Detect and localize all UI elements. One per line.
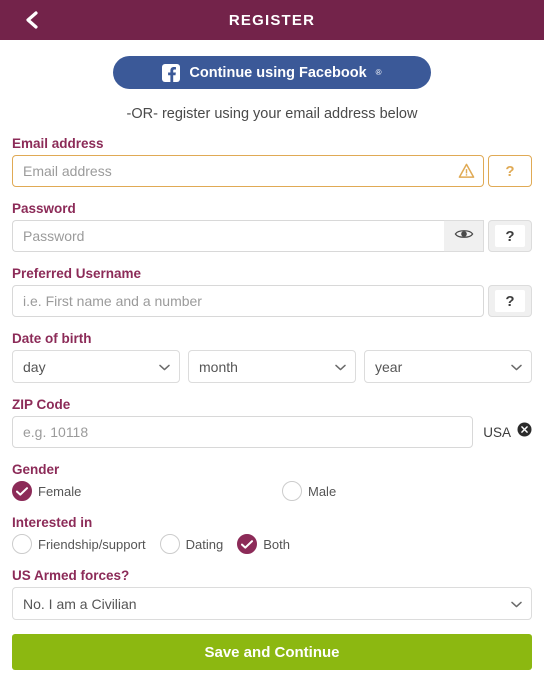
form-body: Continue using Facebook ® -OR- register … [0,56,544,670]
back-button[interactable] [20,8,44,32]
username-help-label: ? [495,290,525,312]
zip-country-label: USA [483,424,511,440]
password-row: ? [12,220,532,252]
continue-with-facebook-button[interactable]: Continue using Facebook ® [113,56,431,89]
radio-unchecked-icon [282,481,302,501]
save-and-continue-button[interactable]: Save and Continue [12,634,532,670]
email-input[interactable] [12,155,484,187]
zip-input[interactable] [12,416,474,448]
radio-unchecked-icon [12,534,32,554]
gender-male-label: Male [308,483,337,499]
date-of-birth-row: day month year [12,350,532,383]
username-label: Preferred Username [12,266,142,281]
password-input[interactable] [12,220,444,252]
interested-option-friendship[interactable]: Friendship/support [12,534,146,554]
email-input-wrap [12,155,484,187]
armed-forces-select[interactable]: No. I am a Civilian [12,587,532,620]
dob-month-wrap: month [188,350,356,383]
dob-month-select[interactable]: month [188,350,356,383]
gender-options: Female Male [12,481,532,501]
dob-year-wrap: year [364,350,532,383]
facebook-button-label: Continue using Facebook [189,64,367,81]
chevron-left-icon [24,10,40,30]
or-divider-text: -OR- register using your email address b… [126,106,418,122]
gender-option-male[interactable]: Male [282,481,336,501]
interested-dating-label: Dating [185,536,224,552]
facebook-logo-icon [162,63,181,82]
password-label: Password [12,201,76,216]
username-help-button[interactable]: ? [488,285,532,317]
social-login-row: Continue using Facebook ® [12,56,532,89]
dob-day-wrap: day [12,350,180,383]
username-input[interactable] [12,285,484,317]
radio-unchecked-icon [159,534,180,554]
zip-clear-button[interactable] [517,422,532,442]
zip-row: USA [12,416,532,448]
armed-forces-label: US Armed forces? [12,568,130,583]
page-title: REGISTER [228,11,316,29]
gender-option-female[interactable]: Female [12,481,81,501]
app-header: REGISTER [0,0,544,40]
email-row: ? [12,155,532,187]
register-screen: REGISTER Continue using Facebook ® -OR- … [0,0,544,674]
gender-female-label: Female [38,483,82,499]
email-help-button[interactable]: ? [488,155,532,187]
eye-icon [454,227,474,246]
date-of-birth-label: Date of birth [12,331,92,346]
interested-in-options: Friendship/support Dating Both [12,534,532,554]
interested-option-dating[interactable]: Dating [159,534,224,554]
password-help-label: ? [495,225,525,247]
interested-in-label: Interested in [12,515,93,530]
password-help-button[interactable]: ? [488,220,532,252]
interested-option-both[interactable]: Both [237,534,290,554]
toggle-password-visibility-button[interactable] [444,220,484,252]
username-row: ? [12,285,532,317]
interested-both-label: Both [263,536,290,552]
email-label: Email address [12,136,104,151]
interested-friendship-label: Friendship/support [38,536,146,552]
radio-checked-icon [237,534,258,554]
dob-day-select[interactable]: day [12,350,180,383]
zip-label: ZIP Code [12,397,71,412]
facebook-trademark: ® [375,68,382,77]
armed-forces-wrap: No. I am a Civilian [12,587,532,620]
gender-label: Gender [12,462,60,477]
circle-x-icon [517,422,532,442]
radio-checked-icon [12,481,32,501]
dob-year-select[interactable]: year [364,350,532,383]
